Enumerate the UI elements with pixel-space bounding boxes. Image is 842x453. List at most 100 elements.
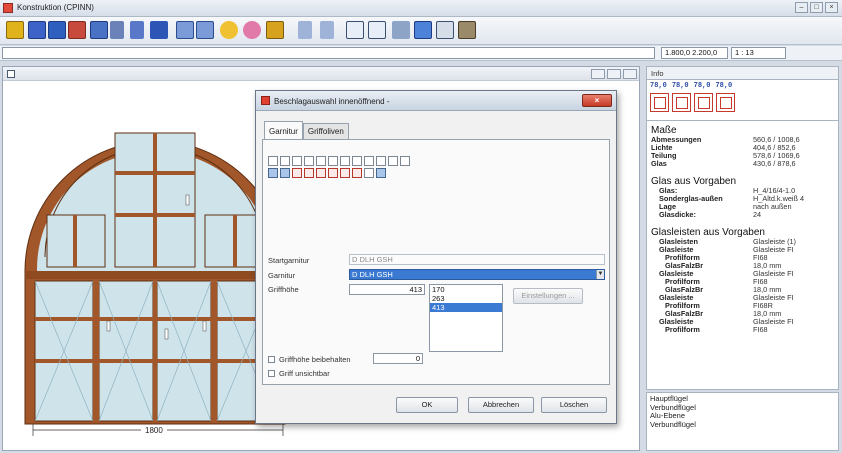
fitting-icon-row-1 bbox=[268, 156, 410, 166]
list-item[interactable]: 263 bbox=[430, 294, 502, 303]
startgarnitur-field: D DLH GSH bbox=[349, 254, 605, 265]
frame-icon[interactable] bbox=[28, 21, 46, 39]
fitting-variant-icon[interactable] bbox=[316, 168, 326, 178]
abbrechen-button[interactable]: Abbrechen bbox=[468, 397, 534, 413]
profile-section-icon[interactable] bbox=[672, 93, 691, 112]
griffhoehe-list[interactable]: 170 263 413 bbox=[429, 284, 503, 352]
print-icon[interactable] bbox=[436, 21, 454, 39]
fitting-variant-icon[interactable] bbox=[292, 168, 302, 178]
chevron-down-icon[interactable]: ▼ bbox=[596, 270, 604, 279]
profile-section-icon[interactable] bbox=[694, 93, 713, 112]
window-right-icon[interactable] bbox=[196, 21, 214, 39]
einstellungen-button[interactable]: Einstellungen ... bbox=[513, 288, 583, 304]
status-strip: 1.800,0 2.200,0 1 : 13 bbox=[0, 46, 842, 61]
mirror-v-icon[interactable] bbox=[320, 21, 334, 39]
profile-size: 78,0 bbox=[693, 82, 711, 90]
command-input[interactable] bbox=[2, 47, 655, 59]
mullion-icon[interactable] bbox=[110, 21, 124, 39]
shield-icon[interactable] bbox=[266, 21, 284, 39]
sash-icon[interactable] bbox=[48, 21, 66, 39]
fitting-selection-dialog: Beschlagauswahl innenöffnend - × Garnitu… bbox=[255, 90, 617, 424]
fitting-type-icon[interactable] bbox=[376, 156, 386, 166]
property-key: Glas bbox=[651, 159, 667, 168]
fitting-icon-row-2 bbox=[268, 168, 386, 178]
window-title: Konstruktion (CPINN) bbox=[17, 3, 94, 12]
profile-icons bbox=[650, 93, 735, 112]
profile-size: 78,0 bbox=[650, 82, 667, 90]
grid-icon[interactable] bbox=[392, 21, 410, 39]
info-preview: 78,0 78,0 78,0 78,0 bbox=[646, 80, 839, 120]
window-controls: – □ × bbox=[795, 2, 838, 13]
move-icon[interactable] bbox=[243, 21, 261, 39]
fitting-icon[interactable] bbox=[68, 21, 86, 39]
fitting-type-icon[interactable] bbox=[328, 156, 338, 166]
dimension-label: 1800 bbox=[145, 426, 163, 435]
view-alt-icon[interactable] bbox=[368, 21, 386, 39]
properties-panel[interactable]: Maße Abmessungen 560,6 / 1008,6 Lichte 404… bbox=[646, 120, 839, 390]
dialog-close-button[interactable]: × bbox=[582, 94, 612, 107]
fitting-type-icon[interactable] bbox=[364, 156, 374, 166]
fitting-variant-icon[interactable] bbox=[304, 168, 314, 178]
fitting-variant-icon[interactable] bbox=[328, 168, 338, 178]
fitting-type-icon[interactable] bbox=[316, 156, 326, 166]
fitting-type-icon[interactable] bbox=[292, 156, 302, 166]
sash-tree-panel[interactable]: Hauptflügel Verbundflügel Alu-Ebene Verb… bbox=[646, 392, 839, 451]
fitting-variant-icon[interactable] bbox=[364, 168, 374, 178]
fitting-type-icon[interactable] bbox=[280, 156, 290, 166]
fitting-type-icon[interactable] bbox=[304, 156, 314, 166]
profile-section-icon[interactable] bbox=[716, 93, 735, 112]
property-value: 430,6 / 878,6 bbox=[753, 159, 796, 168]
loeschen-button[interactable]: Löschen bbox=[541, 397, 607, 413]
edit-icon[interactable] bbox=[90, 21, 108, 39]
dialog-title-bar: Beschlagauswahl innenöffnend - × bbox=[256, 91, 616, 111]
info-header: Info bbox=[646, 66, 839, 80]
export-icon[interactable] bbox=[458, 21, 476, 39]
minimize-button[interactable]: – bbox=[795, 2, 808, 13]
mirror-h-icon[interactable] bbox=[298, 21, 312, 39]
fitting-variant-icon[interactable] bbox=[280, 168, 290, 178]
property-key: Profilform bbox=[665, 325, 700, 334]
fitting-variant-icon[interactable] bbox=[352, 168, 362, 178]
fitting-type-icon[interactable] bbox=[268, 156, 278, 166]
add-icon[interactable] bbox=[400, 156, 410, 166]
app-icon bbox=[3, 3, 13, 13]
list-item-selected[interactable]: 413 bbox=[430, 303, 502, 312]
garnitur-label: Garnitur bbox=[268, 271, 296, 280]
fitting-variant-icon[interactable] bbox=[268, 168, 278, 178]
window-left-icon[interactable] bbox=[176, 21, 194, 39]
profile-sizes: 78,0 78,0 78,0 78,0 bbox=[650, 82, 732, 90]
profile-icon[interactable] bbox=[414, 21, 432, 39]
tree-item[interactable]: Verbundflügel bbox=[650, 420, 835, 430]
tab-griffoliven[interactable]: Griffoliven bbox=[302, 123, 349, 139]
griffhoehe-beibehalten-input[interactable]: 0 bbox=[373, 353, 423, 364]
transom-icon[interactable] bbox=[130, 21, 144, 39]
view-icon[interactable] bbox=[346, 21, 364, 39]
griffhoehe-beibehalten-label: Griffhöhe beibehalten bbox=[279, 355, 351, 364]
griff-unsichtbar-label: Griff unsichtbar bbox=[279, 369, 330, 378]
toolbar bbox=[0, 17, 842, 45]
profile-section-icon[interactable] bbox=[650, 93, 669, 112]
close-button[interactable]: × bbox=[825, 2, 838, 13]
fitting-variant-icon[interactable] bbox=[340, 168, 350, 178]
fitting-type-icon[interactable] bbox=[352, 156, 362, 166]
fitting-type-icon[interactable] bbox=[340, 156, 350, 166]
maximize-button[interactable]: □ bbox=[810, 2, 823, 13]
fitting-variant-icon[interactable] bbox=[376, 168, 386, 178]
griffhoehe-input[interactable]: 413 bbox=[349, 284, 425, 295]
cube-icon[interactable] bbox=[220, 21, 238, 39]
griff-unsichtbar-checkbox[interactable] bbox=[268, 370, 275, 377]
garnitur-select[interactable]: D DLH GSH ▼ bbox=[349, 269, 605, 280]
property-key: Glasdicke: bbox=[659, 210, 696, 219]
scale-field[interactable]: 1 : 13 bbox=[731, 47, 786, 59]
list-item[interactable]: 170 bbox=[430, 285, 502, 294]
startgarnitur-label: Startgarnitur bbox=[268, 256, 310, 265]
section-title: Glas aus Vorgaben bbox=[651, 176, 737, 187]
dialog-title: Beschlagauswahl innenöffnend - bbox=[274, 97, 390, 106]
door-icon[interactable] bbox=[150, 21, 168, 39]
griffhoehe-beibehalten-checkbox[interactable] bbox=[268, 356, 275, 363]
ok-button[interactable]: OK bbox=[396, 397, 458, 413]
dimensions-field[interactable]: 1.800,0 2.200,0 bbox=[661, 47, 728, 59]
pencil-icon[interactable] bbox=[6, 21, 24, 39]
tab-garnitur[interactable]: Garnitur bbox=[264, 121, 303, 139]
fitting-type-icon[interactable] bbox=[388, 156, 398, 166]
